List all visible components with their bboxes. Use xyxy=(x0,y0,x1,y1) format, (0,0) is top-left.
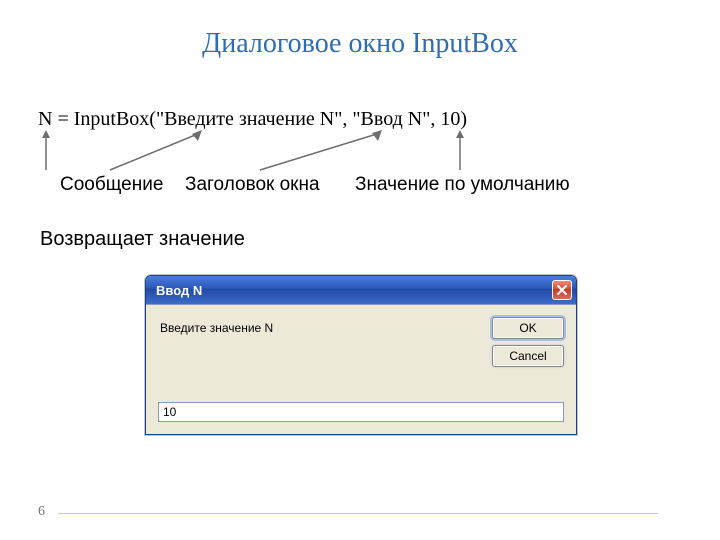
page-number: 6 xyxy=(38,504,45,520)
label-default-value: Значение по умолчанию xyxy=(355,174,570,196)
ok-button[interactable]: OK xyxy=(492,317,564,339)
dialog-prompt: Введите значение N xyxy=(160,321,273,335)
dialog-title: Ввод N xyxy=(156,283,202,298)
inputbox-dialog-screenshot: Ввод N Введите значение N OK Cancel 10 xyxy=(145,275,575,435)
label-window-title: Заголовок окна xyxy=(185,174,320,196)
dialog-body: Введите значение N OK Cancel 10 xyxy=(146,304,576,434)
cancel-button[interactable]: Cancel xyxy=(492,345,564,367)
code-line: N = InputBox("Введите значение N", "Ввод… xyxy=(38,108,467,131)
footer-rule xyxy=(58,513,658,514)
close-button[interactable] xyxy=(552,280,572,300)
close-icon xyxy=(556,284,568,296)
label-returns: Возвращает значение xyxy=(40,228,245,251)
slide-title: Диалоговое окно InputBox xyxy=(0,28,720,60)
dialog-titlebar: Ввод N xyxy=(146,276,576,304)
input-field[interactable]: 10 xyxy=(158,402,564,422)
label-message: Сообщение xyxy=(60,174,163,196)
